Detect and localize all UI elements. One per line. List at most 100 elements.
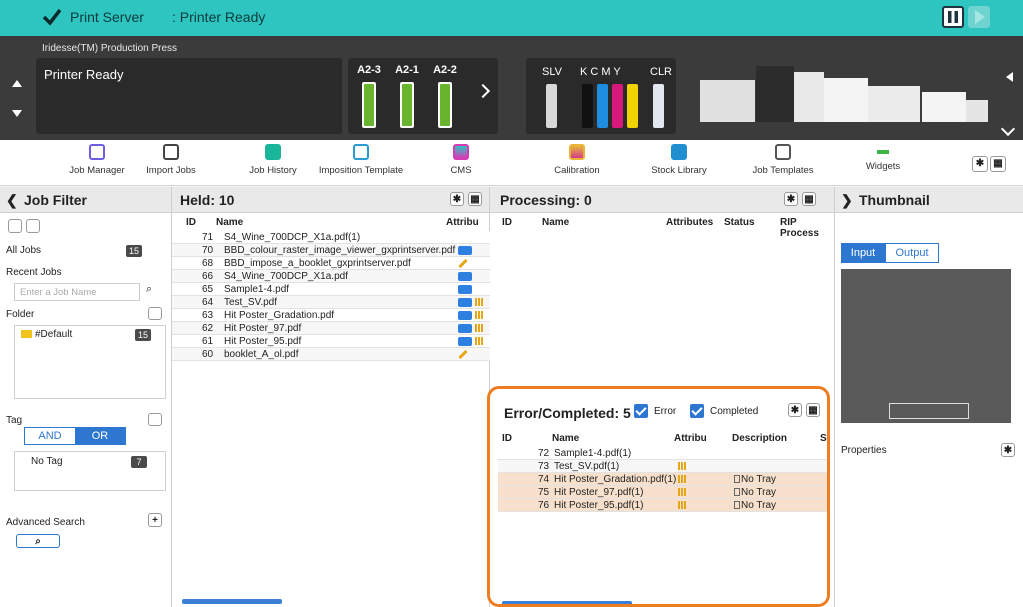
arrow-down-icon[interactable]: [12, 110, 22, 117]
table-row[interactable]: 61 Hit Poster_95.pdf: [172, 335, 490, 348]
thumbnail-title: Thumbnail: [859, 192, 930, 208]
row-description: No Tray: [734, 487, 776, 498]
toolbar-stock-library[interactable]: Stock Library: [634, 144, 724, 176]
col-s[interactable]: S: [820, 433, 827, 444]
toolbar-cms[interactable]: CMS: [416, 144, 506, 176]
processing-layout-button[interactable]: ▦: [802, 192, 816, 206]
thumbnail-panel: ❯ Thumbnail Input Output Properties ✱: [835, 187, 1023, 607]
error-completed-title: Error/Completed: 5: [504, 405, 631, 421]
row-attributes: [458, 297, 484, 308]
cms-icon: [453, 144, 469, 160]
ec-table-header: ID Name Attribu Description S: [498, 431, 828, 447]
main-toolbar: Job Manager Import Jobs Job History Impo…: [0, 140, 1023, 186]
table-row[interactable]: 71 S4_Wine_700DCP_X1a.pdf(1): [172, 231, 490, 244]
chevron-right-icon[interactable]: [475, 83, 491, 99]
col-name[interactable]: Name: [216, 217, 243, 228]
horizontal-scrollbar[interactable]: [182, 599, 282, 604]
pause-icon: [948, 11, 958, 23]
row-id: 74: [538, 474, 550, 485]
held-layout-button[interactable]: ▦: [468, 192, 482, 206]
all-jobs-count: 15: [126, 245, 142, 257]
paper-trays[interactable]: A2-3 A2-1 A2-2: [348, 58, 498, 134]
error-checkbox[interactable]: [634, 404, 648, 418]
col-attributes[interactable]: Attribu: [674, 433, 707, 444]
expand-thumbnail-icon[interactable]: ❯: [841, 192, 853, 209]
col-id[interactable]: ID: [502, 217, 512, 228]
folder-settings-icon[interactable]: [148, 307, 162, 320]
held-settings-button[interactable]: ✱: [450, 192, 464, 206]
or-option[interactable]: OR: [75, 428, 125, 444]
row-attributes: [458, 258, 468, 269]
page-nav-input[interactable]: [889, 403, 969, 419]
row-id: 71: [202, 232, 214, 243]
pause-button[interactable]: [942, 6, 964, 28]
job-name-search-input[interactable]: Enter a Job Name: [14, 283, 140, 301]
table-row[interactable]: 72 Sample1-4.pdf(1): [498, 447, 828, 460]
rip-icon: [458, 271, 472, 281]
refresh-icon[interactable]: [26, 219, 40, 233]
tag-icon[interactable]: [148, 413, 162, 426]
row-name: Test_SV.pdf(1): [554, 461, 620, 472]
table-row[interactable]: 66 S4_Wine_700DCP_X1a.pdf: [172, 270, 490, 283]
widgets-icon: [875, 148, 891, 156]
settings-button[interactable]: ✱: [972, 156, 988, 172]
table-row[interactable]: 75 Hit Poster_97.pdf(1) No Tray: [498, 486, 828, 499]
advanced-search-button[interactable]: ⌕: [16, 534, 60, 548]
table-row[interactable]: 60 booklet_A_ol.pdf: [172, 348, 490, 361]
col-rip-process[interactable]: RIP Process: [780, 217, 835, 239]
app-name: Print Server: [70, 9, 144, 25]
collapse-job-filter-icon[interactable]: ❮: [6, 192, 18, 209]
and-option[interactable]: AND: [25, 428, 75, 444]
toolbar-calibration[interactable]: Calibration: [532, 144, 622, 176]
table-row[interactable]: 74 Hit Poster_Gradation.pdf(1) No Tray: [498, 473, 828, 486]
horizontal-scrollbar[interactable]: [502, 601, 632, 606]
tab-input[interactable]: Input: [841, 243, 885, 263]
job-manager-icon: [89, 144, 105, 160]
table-row[interactable]: 65 Sample1-4.pdf: [172, 283, 490, 296]
table-row[interactable]: 68 BBD_impose_a_booklet_gxprintserver.pdf: [172, 257, 490, 270]
rip-icon: [458, 284, 472, 294]
col-id[interactable]: ID: [502, 433, 512, 444]
table-row[interactable]: 64 Test_SV.pdf: [172, 296, 490, 309]
play-button[interactable]: [968, 6, 990, 28]
col-name[interactable]: Name: [542, 217, 569, 228]
processing-settings-button[interactable]: ✱: [784, 192, 798, 206]
tab-output[interactable]: Output: [885, 243, 939, 263]
toolbar-imposition-template[interactable]: Imposition Template: [316, 144, 406, 176]
ec-settings-button[interactable]: ✱: [788, 403, 802, 417]
layout-button[interactable]: ▦: [990, 156, 1006, 172]
arrow-up-icon[interactable]: [12, 80, 22, 87]
folder-list: #Default 15: [14, 325, 166, 399]
ec-layout-button[interactable]: ▦: [806, 403, 820, 417]
col-status[interactable]: Status: [724, 217, 755, 228]
col-name[interactable]: Name: [552, 433, 579, 444]
pencil-icon: [458, 258, 468, 268]
add-advanced-search-button[interactable]: +: [148, 513, 162, 527]
col-description[interactable]: Description: [732, 433, 787, 444]
properties-settings-button[interactable]: ✱: [1001, 443, 1015, 457]
table-row[interactable]: 63 Hit Poster_Gradation.pdf: [172, 309, 490, 322]
and-or-toggle[interactable]: AND OR: [24, 427, 126, 445]
row-id: 76: [538, 500, 550, 511]
table-row[interactable]: 70 BBD_colour_raster_image_viewer_gxprint…: [172, 244, 490, 257]
filter-list-icon[interactable]: [8, 219, 22, 233]
search-icon[interactable]: ⌕: [146, 283, 152, 296]
completed-checkbox[interactable]: [690, 404, 704, 418]
row-attributes: [458, 271, 472, 282]
table-row[interactable]: 73 Test_SV.pdf(1): [498, 460, 828, 473]
table-row[interactable]: 76 Hit Poster_95.pdf(1) No Tray: [498, 499, 828, 512]
col-id[interactable]: ID: [186, 217, 196, 228]
toolbar-job-history[interactable]: Job History: [228, 144, 318, 176]
toolbar-import-jobs[interactable]: Import Jobs: [126, 144, 216, 176]
toolbar-job-templates[interactable]: Job Templates: [738, 144, 828, 176]
col-attributes[interactable]: Attributes: [666, 217, 713, 228]
toolbar-widgets[interactable]: Widgets: [838, 144, 928, 172]
row-name: BBD_colour_raster_image_viewer_gxprintse…: [224, 245, 456, 256]
imposition-dots-icon: [474, 311, 484, 320]
table-row[interactable]: 62 Hit Poster_97.pdf: [172, 322, 490, 335]
col-attributes[interactable]: Attribu: [446, 217, 479, 228]
collapse-left-icon[interactable]: [1006, 72, 1013, 82]
tray-icon: [734, 475, 740, 484]
processing-title: Processing: 0: [500, 192, 592, 208]
ink-bar: [627, 84, 638, 128]
